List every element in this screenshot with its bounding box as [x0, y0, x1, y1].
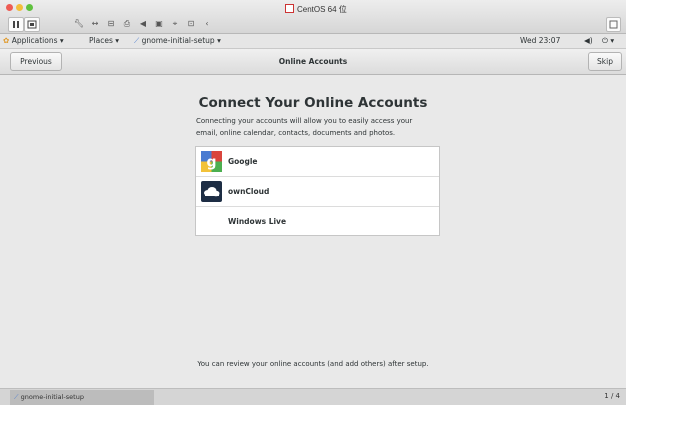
skip-button[interactable]: Skip: [588, 52, 622, 71]
account-row-owncloud[interactable]: ownCloud: [196, 177, 439, 207]
footer-note: You can review your online accounts (and…: [197, 360, 429, 368]
workspace-pager[interactable]: 1 / 4: [604, 392, 620, 400]
chevron-left-icon[interactable]: ‹: [200, 17, 214, 30]
speaker-icon[interactable]: ◀: [136, 17, 150, 30]
gnome-foot-icon: ✿: [3, 36, 10, 45]
active-app-menu[interactable]: ⟋ gnome-initial-setup ▾: [134, 36, 221, 46]
windows-live-icon: [201, 211, 222, 232]
owncloud-icon: [201, 181, 222, 202]
header-bar: Previous Online Accounts Skip: [0, 49, 626, 75]
printer-icon[interactable]: ⎙: [120, 17, 134, 30]
account-row-windows-live[interactable]: Windows Live: [196, 207, 439, 236]
restore-icon: [609, 20, 618, 29]
taskbar-item[interactable]: ⟋ gnome-initial-setup: [10, 390, 154, 405]
network-icon[interactable]: ⌖: [168, 17, 182, 30]
camera-icon[interactable]: ▣: [152, 17, 166, 30]
vm-window: CentOS 64 位 🔧︎ ↔ ⊟ ⎙ ◀ ▣ ⌖ ⊡ ‹ ✿ Applica…: [0, 0, 626, 405]
account-label: Windows Live: [228, 217, 287, 226]
pause-icon: [13, 21, 19, 28]
wrench-icon[interactable]: 🔧︎: [72, 17, 86, 30]
window-title: CentOS 64 位: [285, 4, 347, 15]
vm-icon: [285, 4, 294, 13]
bottom-taskbar: ⟋ gnome-initial-setup 1 / 4: [0, 388, 626, 405]
account-row-google[interactable]: g Google: [196, 147, 439, 177]
app-icon: ⟋: [134, 36, 140, 45]
chevron-down-icon: ▾: [59, 36, 64, 45]
google-icon: g: [201, 151, 222, 172]
power-icon: ⏻: [602, 36, 608, 45]
snapshot-icon: [27, 20, 37, 29]
disk-icon[interactable]: ⊡: [184, 17, 198, 30]
vm-toolbar: 🔧︎ ↔ ⊟ ⎙ ◀ ▣ ⌖ ⊡ ‹: [72, 17, 214, 30]
pause-button[interactable]: [8, 17, 24, 32]
gnome-top-panel: ✿ Applications ▾ Places ▾ ⟋ gnome-initia…: [0, 34, 626, 49]
applications-menu[interactable]: ✿ Applications ▾: [3, 36, 64, 46]
arrows-icon[interactable]: ↔: [88, 17, 102, 30]
usb-icon[interactable]: ⊟: [104, 17, 118, 30]
minimize-window-button[interactable]: [16, 4, 23, 11]
snapshot-button[interactable]: [24, 17, 40, 32]
accounts-list: g Google ownCloud Windows Live: [195, 146, 440, 236]
chevron-down-icon: ▾: [217, 36, 221, 45]
host-window-titlebar: CentOS 64 位 🔧︎ ↔ ⊟ ⎙ ◀ ▣ ⌖ ⊡ ‹: [0, 0, 626, 34]
power-menu[interactable]: ⏻ ▾: [602, 36, 614, 46]
page-title: Online Accounts: [278, 57, 348, 66]
app-icon: ⟋: [14, 393, 19, 401]
close-window-button[interactable]: [6, 4, 13, 11]
clock[interactable]: Wed 23:07: [520, 36, 560, 46]
zoom-window-button[interactable]: [26, 4, 33, 11]
svg-text:g: g: [206, 155, 216, 171]
description-text: Connecting your accounts will allow you …: [196, 117, 413, 137]
account-label: Google: [228, 157, 258, 166]
main-heading: Connect Your Online Accounts: [198, 95, 428, 111]
account-label: ownCloud: [228, 187, 270, 196]
chevron-down-icon: ▾: [610, 36, 615, 45]
restore-button[interactable]: [606, 17, 621, 32]
volume-icon[interactable]: ◀): [584, 36, 593, 46]
chevron-down-icon: ▾: [115, 36, 120, 45]
places-menu[interactable]: Places ▾: [89, 36, 119, 46]
